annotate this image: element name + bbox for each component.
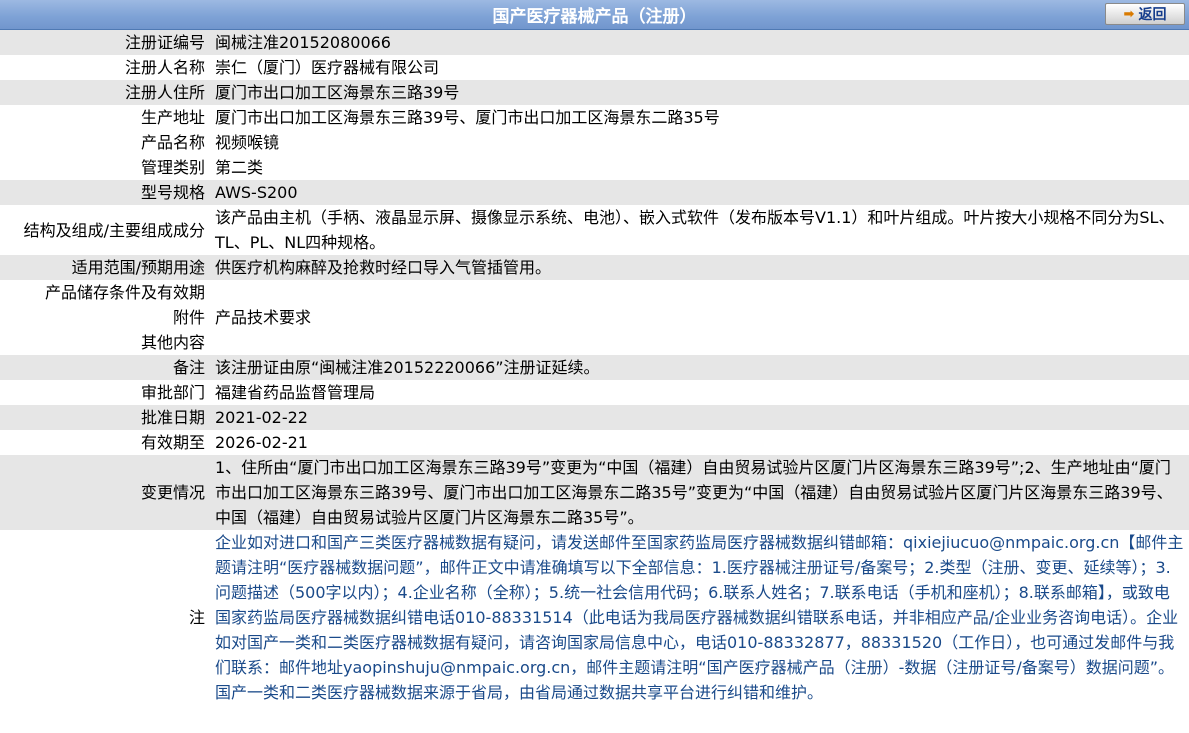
row-label: 型号规格 — [0, 180, 211, 205]
row-value: 1、住所由“厦门市出口加工区海景东三路39号”变更为“中国（福建）自由贸易试验片… — [211, 455, 1189, 530]
row-value: 厦门市出口加工区海景东三路39号、厦门市出口加工区海景东二路35号 — [215, 108, 720, 127]
row-value: 闽械注准20152080066 — [211, 30, 1189, 55]
row-approve-date: 批准日期 2021-02-22 — [0, 405, 1189, 430]
row-value: 福建省药品监督管理局 — [215, 383, 376, 402]
registration-detail-table: 注册证编号 闽械注准20152080066 注册人名称 崇仁（厦门）医疗器械有限… — [0, 30, 1189, 705]
row-value: AWS-S200 — [211, 180, 1189, 205]
page-title: 国产医疗器械产品（注册） — [492, 7, 697, 27]
row-value: 2021-02-22 — [211, 405, 1189, 430]
row-label: 批准日期 — [0, 405, 211, 430]
row-label: 审批部门 — [140, 383, 205, 402]
row-category: 管理类别 第二类 — [0, 155, 1189, 180]
row-attachment: 附件 产品技术要求 — [0, 305, 1189, 330]
row-production: 生产地址 厦门市出口加工区海景东三路39号、厦门市出口加工区海景东二路35号 — [0, 105, 1189, 130]
row-valid-until: 有效期至 2026-02-21 — [0, 430, 1189, 455]
row-other: 其他内容 — [0, 330, 1189, 355]
row-address: 注册人住所 厦门市出口加工区海景东三路39号 — [0, 80, 1189, 105]
row-label: 产品储存条件及有效期 — [44, 283, 205, 302]
row-label: 管理类别 — [140, 158, 205, 177]
row-value: 该产品由主机（手柄、液晶显示屏、摄像显示系统、电池）、嵌入式软件（发布版本号V1… — [215, 208, 1175, 252]
row-label: 生产地址 — [140, 108, 205, 127]
row-label: 适用范围/预期用途 — [0, 255, 211, 280]
row-change: 变更情况 1、住所由“厦门市出口加工区海景东三路39号”变更为“中国（福建）自由… — [0, 455, 1189, 530]
row-label: 变更情况 — [0, 455, 211, 530]
page-header: 国产医疗器械产品（注册） ➡ 返回 — [0, 0, 1189, 30]
row-label: 注 — [188, 608, 205, 627]
row-remark: 备注 该注册证由原“闽械注准20152220066”注册证延续。 — [0, 355, 1189, 380]
back-button[interactable]: ➡ 返回 — [1105, 3, 1185, 25]
row-label: 注册人名称 — [124, 58, 205, 77]
row-reg-no: 注册证编号 闽械注准20152080066 — [0, 30, 1189, 55]
row-value — [211, 330, 1189, 355]
row-label: 有效期至 — [140, 433, 205, 452]
row-registrant: 注册人名称 崇仁（厦门）医疗器械有限公司 — [0, 55, 1189, 80]
row-label: 备注 — [0, 355, 211, 380]
row-product: 产品名称 视频喉镜 — [0, 130, 1189, 155]
row-storage: 产品储存条件及有效期 — [0, 280, 1189, 305]
row-label: 结构及组成/主要组成成分 — [23, 220, 205, 240]
row-label: 其他内容 — [140, 333, 205, 352]
row-dept: 审批部门 福建省药品监督管理局 — [0, 380, 1189, 405]
row-value: 供医疗机构麻醉及抢救时经口导入气管插管用。 — [211, 255, 1189, 280]
row-value: 崇仁（厦门）医疗器械有限公司 — [215, 58, 440, 77]
row-label: 注册证编号 — [0, 30, 211, 55]
back-button-label: 返回 — [1138, 7, 1167, 23]
row-value — [211, 280, 1189, 305]
row-structure: 结构及组成/主要组成成分 该产品由主机（手柄、液晶显示屏、摄像显示系统、电池）、… — [0, 205, 1189, 255]
row-label: 注册人住所 — [0, 80, 211, 105]
row-value: 厦门市出口加工区海景东三路39号 — [211, 80, 1189, 105]
row-value: 该注册证由原“闽械注准20152220066”注册证延续。 — [211, 355, 1189, 380]
row-value: 产品技术要求 — [215, 308, 312, 327]
row-value: 视频喉镜 — [215, 133, 280, 152]
row-scope: 适用范围/预期用途 供医疗机构麻醉及抢救时经口导入气管插管用。 — [0, 255, 1189, 280]
arrow-right-icon: ➡ — [1123, 6, 1135, 22]
row-label: 产品名称 — [140, 133, 205, 152]
row-value: 2026-02-21 — [215, 433, 308, 452]
row-value: 企业如对进口和国产三类医疗器械数据有疑问，请发送邮件至国家药监局医疗器械数据纠错… — [215, 533, 1184, 702]
row-value: 第二类 — [215, 158, 264, 177]
row-note: 注 企业如对进口和国产三类医疗器械数据有疑问，请发送邮件至国家药监局医疗器械数据… — [0, 530, 1189, 705]
row-model: 型号规格 AWS-S200 — [0, 180, 1189, 205]
row-label: 附件 — [172, 308, 205, 327]
